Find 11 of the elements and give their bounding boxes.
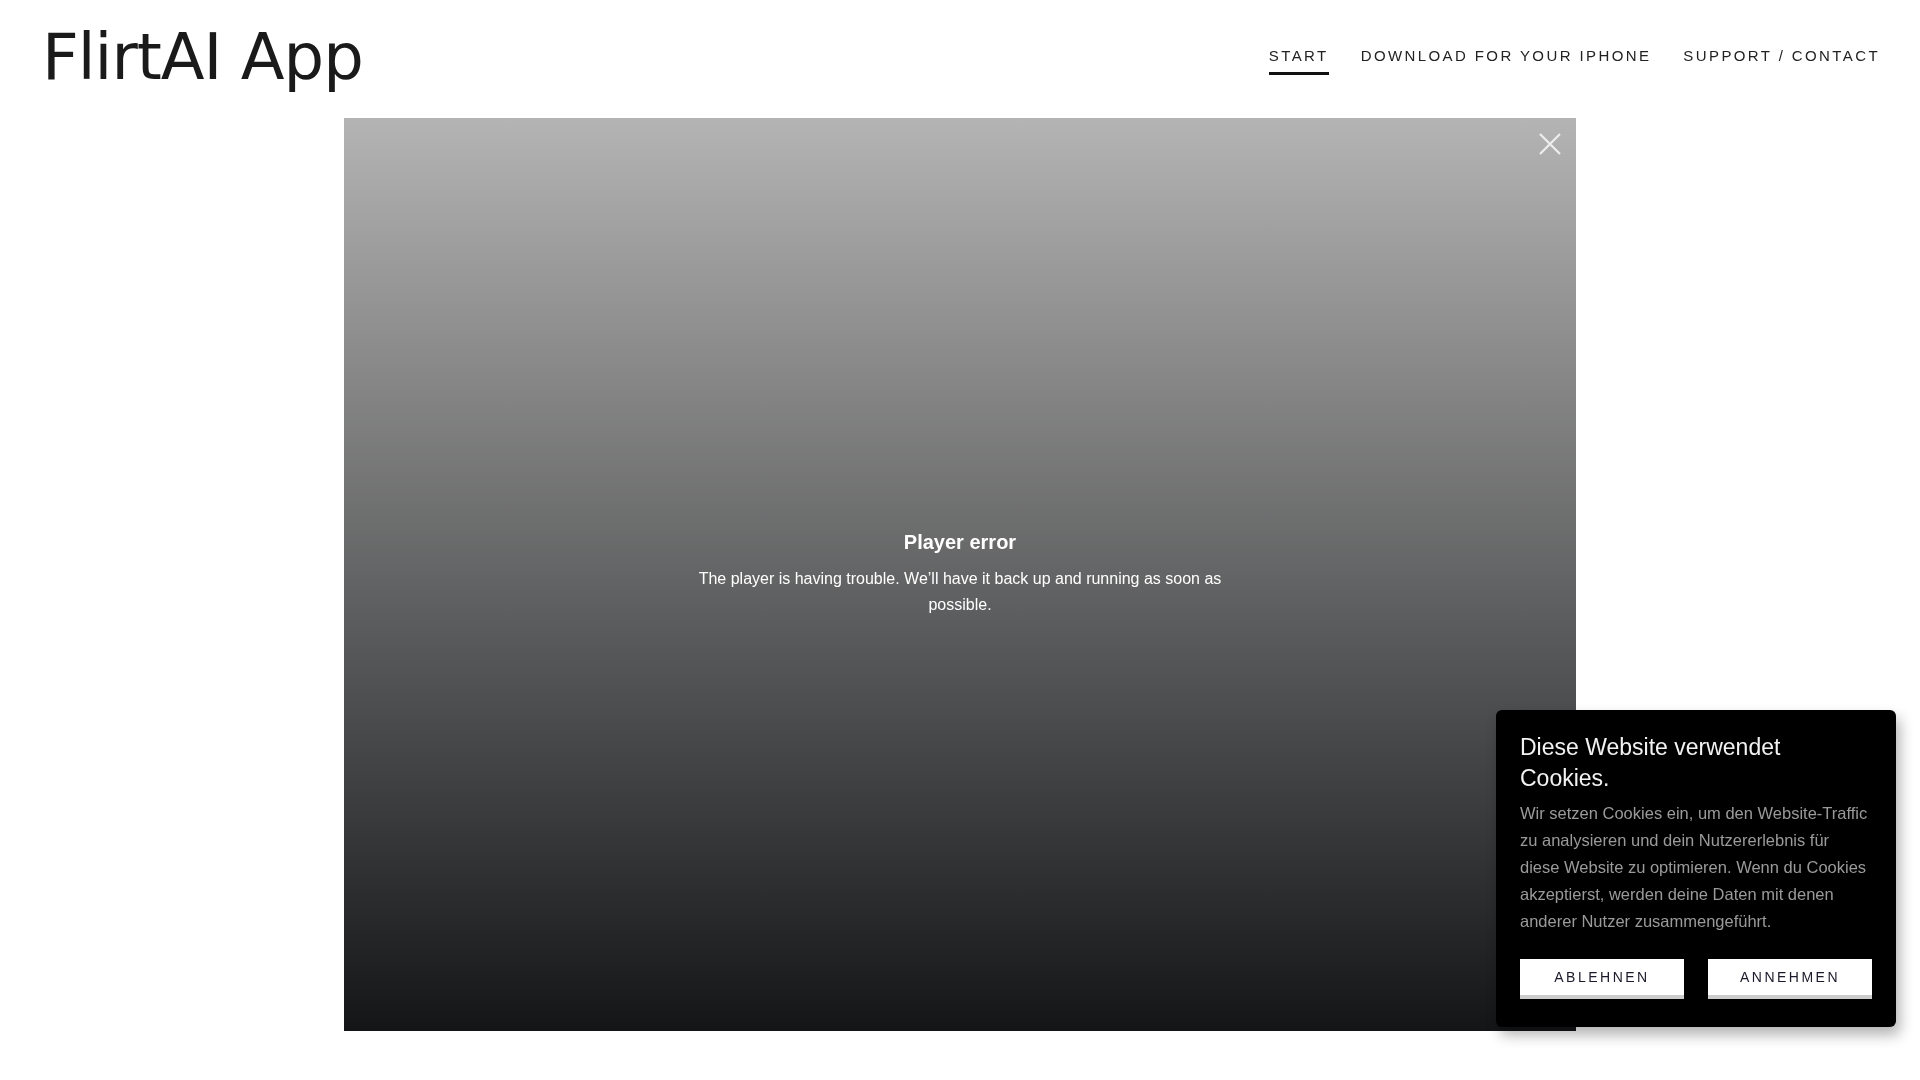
- site-logo[interactable]: FlirtAI App: [42, 20, 363, 94]
- cookie-button[interactable]: ABLEHNEN: [1520, 959, 1684, 999]
- cookie-text: Wir setzen Cookies ein, um den Website-Traffic zu analysieren und dein Nutzererlebnis für diese Website zu optimieren. Wenn du Cookies akzeptierst, werden deine Daten mit denen anderer Nutzer zusammengeführt.: [1520, 803, 1869, 932]
- cookie-title: Diese Website verwendet Cookies.: [1520, 733, 1782, 793]
- error-title: Player error: [903, 531, 1017, 554]
- close-icon[interactable]: [1538, 132, 1562, 156]
- nav-link[interactable]: SUPPORT / CONTACT: [1683, 39, 1880, 75]
- nav-link[interactable]: START: [1268, 39, 1329, 75]
- error-message: The player is having trouble. We’ll have it back up and running as soon as possible.: [697, 569, 1223, 615]
- cookie-button[interactable]: ANNEHMEN: [1708, 959, 1872, 999]
- nav-link[interactable]: DOWNLOAD FOR YOUR IPHONE: [1360, 39, 1652, 75]
